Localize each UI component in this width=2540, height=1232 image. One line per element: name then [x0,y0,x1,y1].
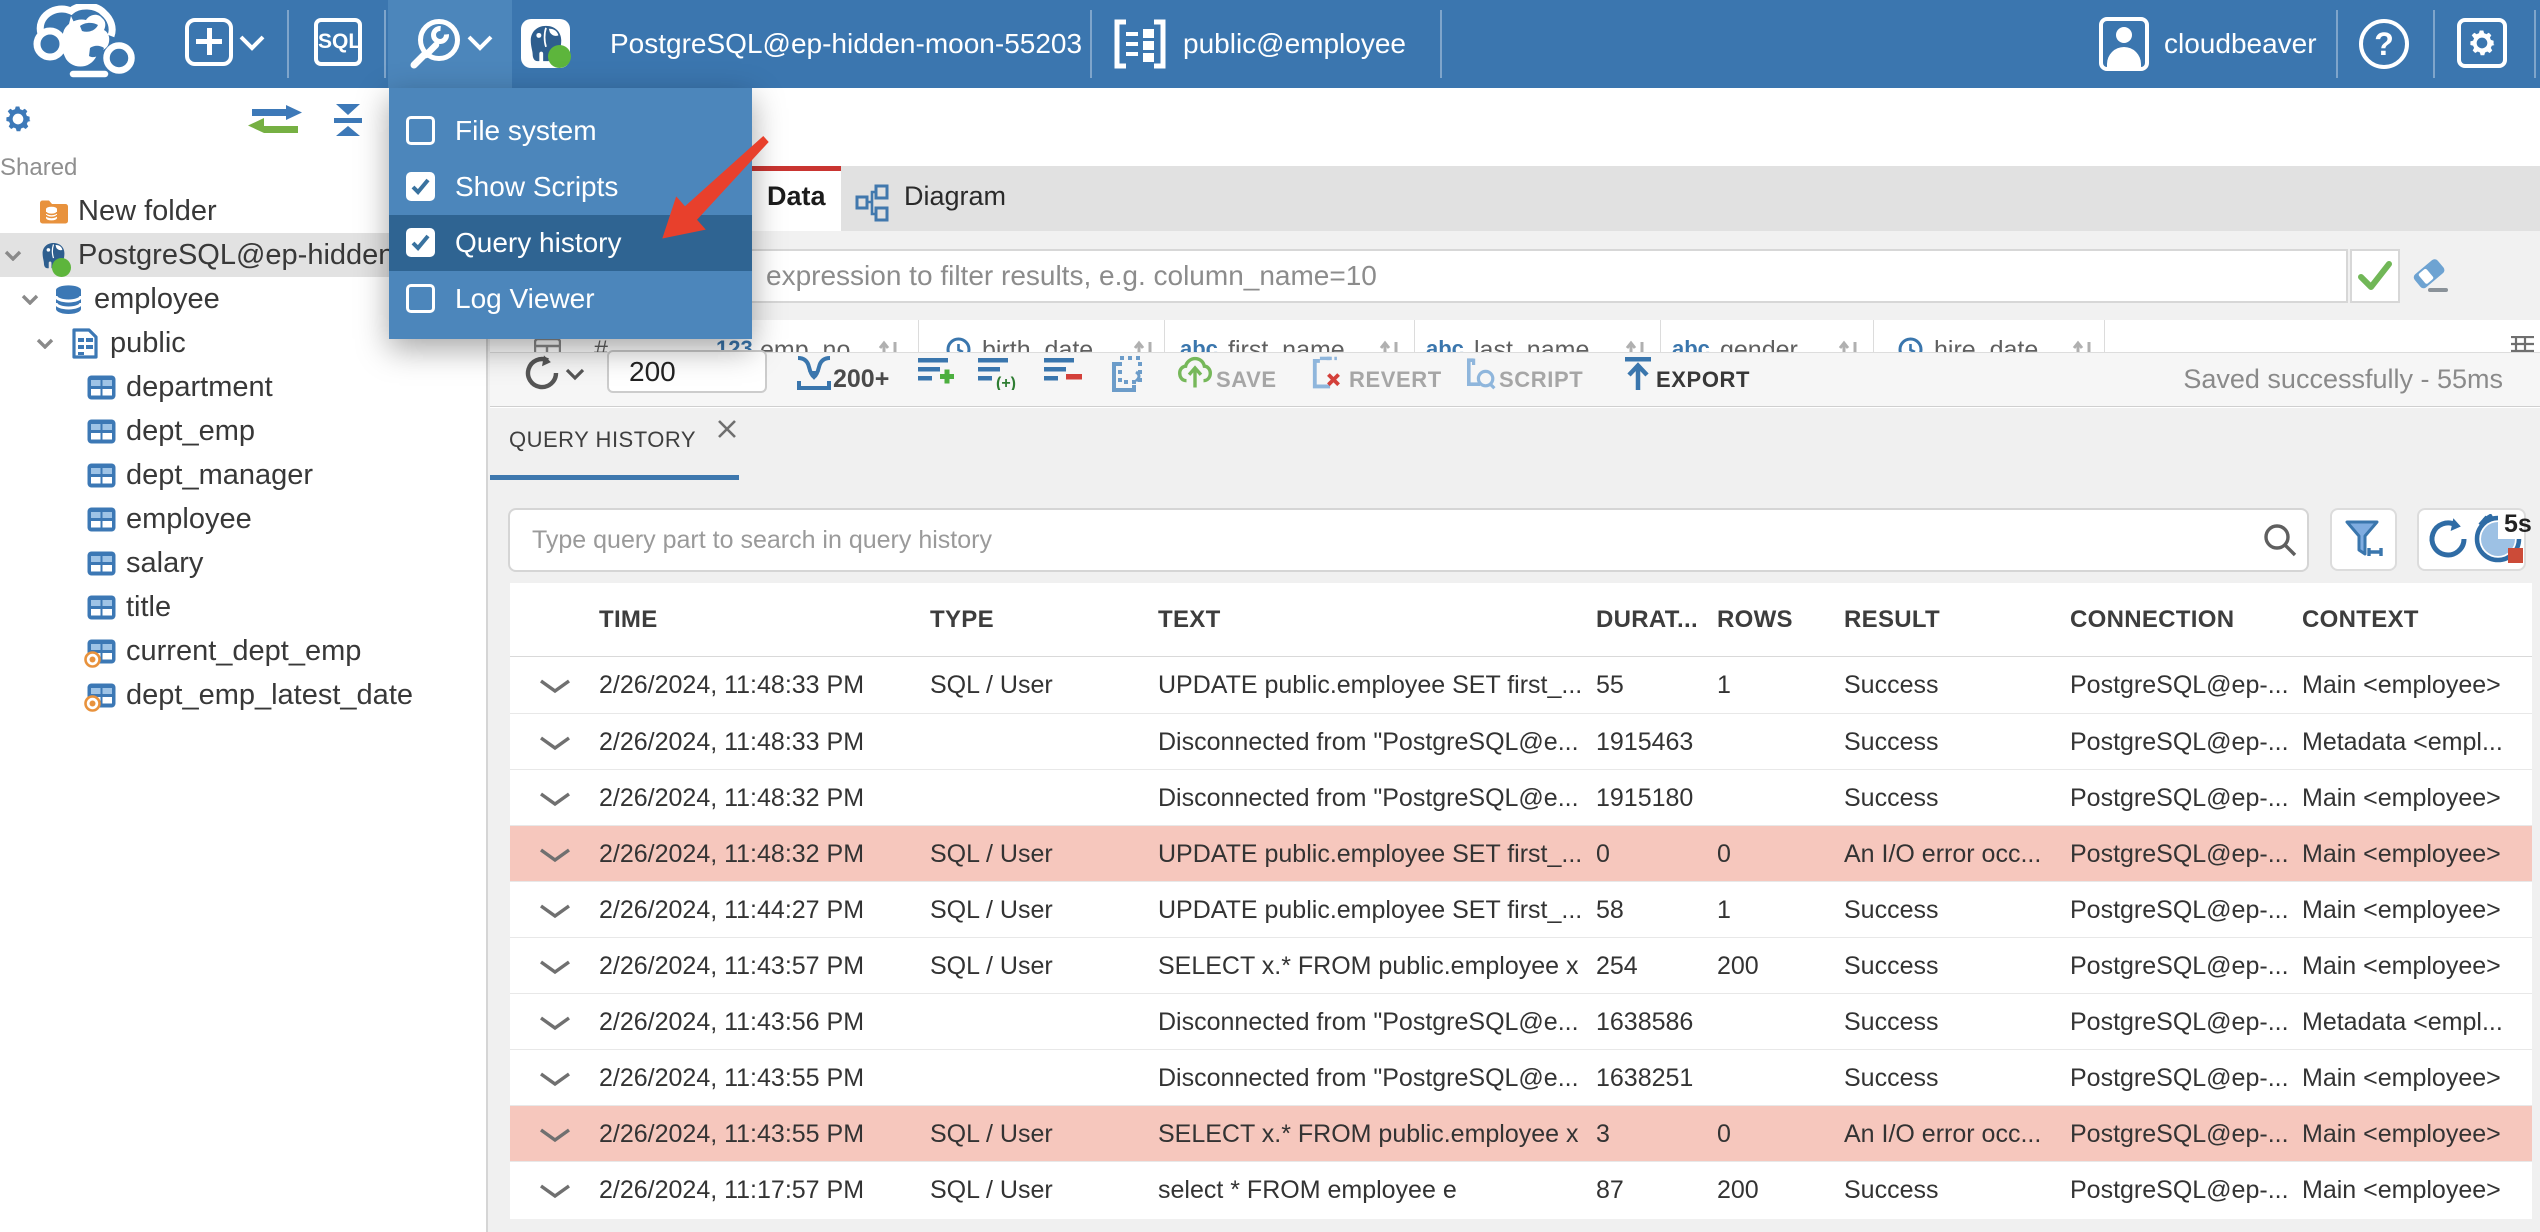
svg-text:(+): (+) [996,375,1016,390]
